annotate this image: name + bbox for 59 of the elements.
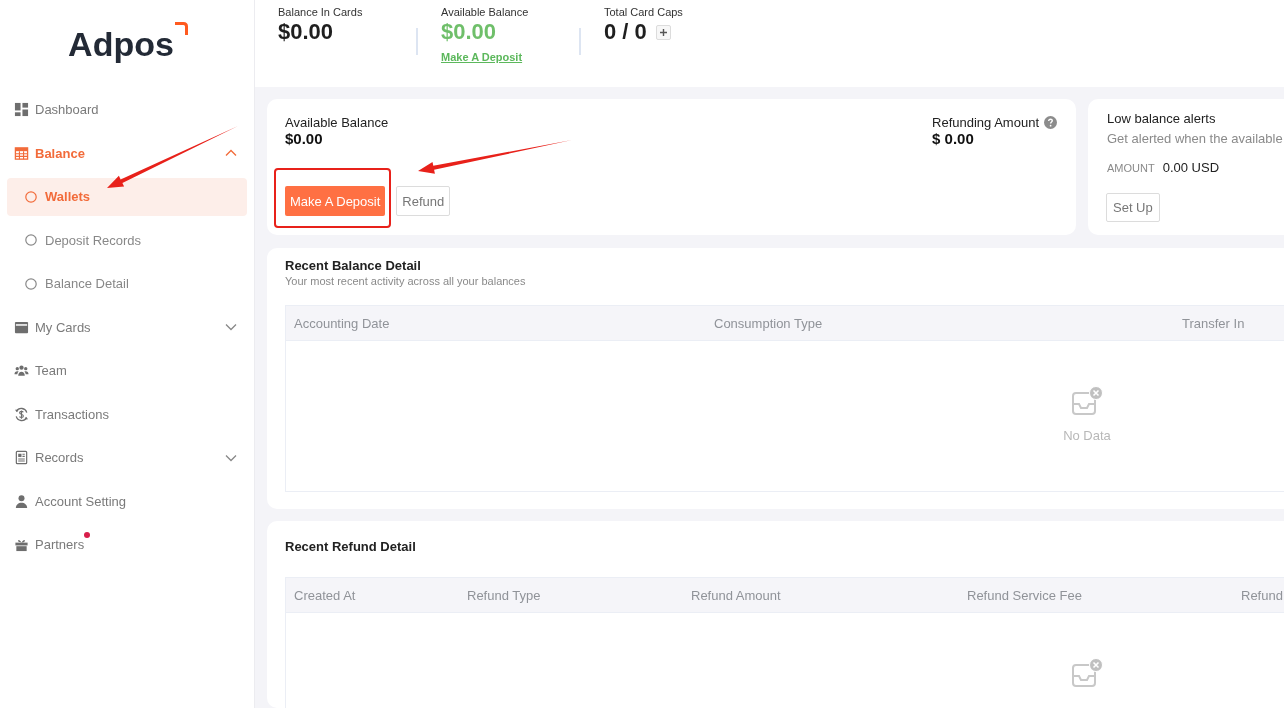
person-icon [14,493,29,509]
circle-icon [25,277,37,290]
column-header: Accounting Date [293,315,391,331]
column-header: Transfer In [1181,315,1246,331]
stat-label: Balance In Cards [278,5,363,19]
deposit-link[interactable]: Make A Deposit [441,51,523,64]
nav-item[interactable]: Transactions [0,392,254,436]
deposit-button[interactable]: Make A Deposit [285,186,386,216]
nav-item[interactable]: My Cards [0,305,254,349]
add-button[interactable] [655,24,671,40]
stat-label: Total Card Caps [604,5,683,19]
nav-subitem[interactable]: Wallets [7,178,247,216]
nav-subitem[interactable]: Deposit Records [7,221,247,259]
people-icon [14,363,29,379]
stat-value: $0.00 [441,19,497,45]
plus-icon [658,27,668,37]
empty-text: No Data [1063,428,1111,443]
empty-tray-icon [1071,658,1103,690]
circle-icon [25,190,37,203]
empty-tray-icon [1071,386,1103,418]
nav-item[interactable]: Balance [0,131,254,175]
refunding-label: Refunding Amount [932,115,1039,130]
stat-value: 0 / 0 [604,19,647,45]
corner-mark-icon [173,22,188,36]
table-icon [14,145,29,161]
document-icon [14,450,29,466]
column-header: Refund Type [466,587,542,603]
help-icon [1044,116,1057,129]
refunding-value: $ 0.00 [932,130,974,148]
alerts-title: Low balance alerts [1107,111,1216,126]
refund-button[interactable]: Refund [396,186,451,216]
nav-item[interactable]: Records [0,436,254,480]
nav-subitem[interactable]: Balance Detail [7,265,247,303]
table-title: Recent Balance Detail [285,258,422,274]
stat-label: Available Balance [441,5,529,19]
nav-item[interactable]: Team [0,349,254,393]
table-title: Recent Refund Detail [285,539,417,555]
nav-item[interactable]: Partners [0,523,254,567]
amount-value: 0.00 USD [1162,160,1220,175]
dollar-cycle-icon [14,406,29,422]
column-header: Refund Service Fee [966,587,1083,603]
nav-item[interactable]: Dashboard [0,88,254,132]
column-header: Refund [1240,587,1284,603]
column-header: Consumption Type [713,315,824,331]
card-icon [14,319,29,335]
stat-value: $0.00 [278,19,334,45]
column-header: Refund Amount [690,587,782,603]
gift-icon [14,537,29,553]
logo-wordmark: Adpos [68,24,174,64]
balance-value: $0.00 [285,130,323,148]
setup-button[interactable]: Set Up [1106,193,1160,222]
balance-label: Available Balance [285,115,389,130]
alerts-description: Get alerted when the available [1107,131,1283,146]
circle-icon [25,234,37,247]
table-subtitle: Your most recent activity across all your balances [285,275,527,288]
amount-label: AMOUNT [1107,161,1155,176]
column-header: Created At [293,587,357,603]
dashboard-icon [14,102,29,118]
nav-item[interactable]: Account Setting [0,479,254,523]
